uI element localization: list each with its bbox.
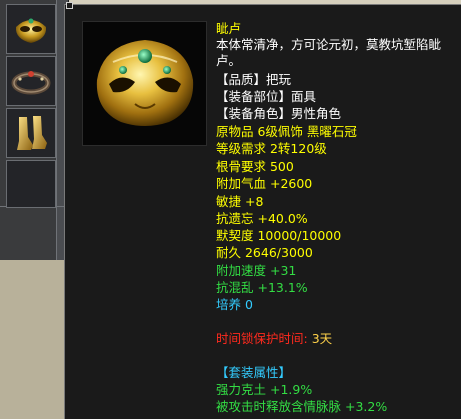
level-requirement: 等级需求 2转120级 bbox=[216, 141, 327, 156]
set-attribute: 被攻击时释放含情脉脉 +3.2% bbox=[216, 399, 388, 414]
set-attributes-header: 【套装属性】 bbox=[216, 365, 292, 380]
speed-bonus: 附加速度 +31 bbox=[216, 263, 297, 278]
item-origin: 原物品 6级佩饰 黑曜石冠 bbox=[216, 124, 357, 139]
set-attribute: 强力克土 +1.9% bbox=[216, 382, 313, 397]
item-description: 本体常清净，方可论元初，莫教坑堑陷眦卢。 bbox=[216, 37, 442, 68]
golden-mask-icon bbox=[96, 40, 194, 126]
item-portrait bbox=[82, 21, 207, 146]
tacit-stat: 默契度 10000/10000 bbox=[216, 228, 342, 243]
time-lock-value: 3天 bbox=[311, 331, 333, 346]
tooltip-corner-marker bbox=[66, 2, 73, 9]
golden-boots-icon bbox=[17, 116, 47, 150]
item-role: 【装备角色】男性角色 bbox=[216, 106, 342, 121]
golden-mask-icon bbox=[15, 18, 47, 43]
item-slot: 【装备部位】面具 bbox=[216, 89, 317, 104]
item-quality: 【品质】把玩 bbox=[216, 72, 292, 87]
inventory-slot-circlet[interactable] bbox=[6, 56, 56, 106]
time-lock-info: 时间锁保护时间: 3天 bbox=[216, 331, 332, 347]
grid-divider bbox=[56, 0, 57, 260]
dark-circlet-icon bbox=[11, 71, 51, 95]
hp-bonus: 附加气血 +2600 bbox=[216, 176, 313, 191]
bone-requirement: 根骨要求 500 bbox=[216, 159, 294, 174]
agility-stat: 敏捷 +8 bbox=[216, 194, 264, 209]
inventory-column bbox=[0, 0, 69, 260]
resist-chaos-stat: 抗混乱 +13.1% bbox=[216, 280, 308, 295]
inventory-slot-empty[interactable] bbox=[6, 160, 56, 208]
durability-stat: 耐久 2646/3000 bbox=[216, 245, 313, 260]
time-lock-label: 时间锁保护时间: bbox=[216, 331, 308, 346]
item-name: 眦卢 bbox=[216, 21, 242, 36]
inventory-slot-boots[interactable] bbox=[6, 108, 56, 158]
nurture-stat: 培养 0 bbox=[216, 297, 253, 312]
resist-forget-stat: 抗遗忘 +40.0% bbox=[216, 211, 308, 226]
inventory-slot-mask[interactable] bbox=[6, 4, 56, 54]
